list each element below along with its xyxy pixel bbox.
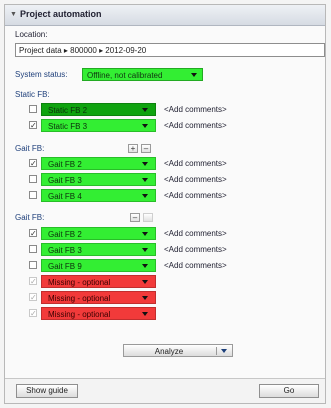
gait-fb-dropdown[interactable]: Gait FB 9 <box>41 259 156 272</box>
add-comments-link[interactable]: <Add comments> <box>164 175 227 184</box>
gait-fb-dropdown-value: Gait FB 4 <box>48 192 82 201</box>
add-comments-link[interactable]: <Add comments> <box>164 261 227 270</box>
missing-fb-dropdown[interactable]: Missing - optional <box>41 275 156 288</box>
location-label: Location: <box>15 30 48 39</box>
gait-fb-label-2: Gait FB: <box>15 213 45 222</box>
add-comments-link[interactable]: <Add comments> <box>164 105 227 114</box>
location-path: Project data ▸ 800000 ▸ 2012-09-20 <box>19 46 147 55</box>
add-gait-fb-button[interactable]: + <box>128 144 138 153</box>
missing-fb-dropdown[interactable]: Missing - optional <box>41 307 156 320</box>
go-button[interactable]: Go <box>259 384 319 398</box>
remove-gait-fb-button[interactable]: – <box>141 144 151 153</box>
add-comments-link[interactable]: <Add comments> <box>164 245 227 254</box>
row-checkbox[interactable] <box>29 245 37 253</box>
gait-fb-dropdown[interactable]: Gait FB 3 <box>41 173 156 186</box>
gait-fb-dropdown[interactable]: Gait FB 2 <box>41 227 156 240</box>
add-gait-fb-button-2 <box>143 213 153 222</box>
system-status-dropdown[interactable]: Offline, not calibrated <box>82 68 203 81</box>
gait-fb-dropdown-value: Gait FB 2 <box>48 160 82 169</box>
gait-fb-dropdown-value: Gait FB 2 <box>48 230 82 239</box>
chevron-down-icon <box>142 296 148 300</box>
missing-fb-dropdown-value: Missing - optional <box>48 278 111 287</box>
gait-fb-dropdown-value: Gait FB 9 <box>48 262 82 271</box>
chevron-down-icon[interactable] <box>221 349 227 353</box>
gait-fb-dropdown[interactable]: Gait FB 4 <box>41 189 156 202</box>
missing-fb-dropdown-value: Missing - optional <box>48 310 111 319</box>
static-fb-dropdown[interactable]: Static FB 3 <box>41 119 156 132</box>
add-comments-link[interactable]: <Add comments> <box>164 191 227 200</box>
gait-fb-dropdown[interactable]: Gait FB 3 <box>41 243 156 256</box>
row-checkbox[interactable]: ✓ <box>29 229 37 238</box>
gait-fb-dropdown-value: Gait FB 3 <box>48 246 82 255</box>
add-comments-link[interactable]: <Add comments> <box>164 159 227 168</box>
chevron-down-icon <box>142 280 148 284</box>
footer-bar: Show guide Go <box>5 378 325 403</box>
row-checkbox[interactable]: ✓ <box>29 159 37 168</box>
chevron-down-icon <box>191 73 197 77</box>
missing-fb-dropdown-value: Missing - optional <box>48 294 111 303</box>
row-checkbox: ✓ <box>29 309 37 318</box>
add-comments-link[interactable]: <Add comments> <box>164 229 227 238</box>
row-checkbox: ✓ <box>29 293 37 302</box>
static-fb-label: Static FB: <box>15 90 50 99</box>
add-comments-link[interactable]: <Add comments> <box>164 121 227 130</box>
chevron-down-icon <box>142 312 148 316</box>
panel-title: Project automation <box>20 9 102 19</box>
panel-title-bar[interactable]: ▼ Project automation <box>5 5 325 26</box>
show-guide-button[interactable]: Show guide <box>16 384 78 398</box>
chevron-down-icon <box>142 248 148 252</box>
gait-fb-label-1: Gait FB: <box>15 144 45 153</box>
analyze-label: Analyze <box>154 347 184 356</box>
chevron-down-icon <box>142 194 148 198</box>
row-checkbox[interactable] <box>29 175 37 183</box>
static-fb-dropdown-value: Static FB 2 <box>48 106 88 115</box>
row-checkbox[interactable] <box>29 261 37 269</box>
chevron-down-icon <box>142 108 148 112</box>
system-status-value: Offline, not calibrated <box>87 71 163 80</box>
location-path-field[interactable]: Project data ▸ 800000 ▸ 2012-09-20 <box>15 43 325 57</box>
project-automation-panel: ▼ Project automation Location: Project d… <box>4 4 326 404</box>
row-checkbox[interactable]: ✓ <box>29 121 37 130</box>
gait-fb-dropdown[interactable]: Gait FB 2 <box>41 157 156 170</box>
remove-gait-fb-button-2[interactable]: – <box>130 213 140 222</box>
chevron-down-icon <box>142 162 148 166</box>
system-status-label: System status: <box>15 70 68 79</box>
split-divider <box>216 347 217 355</box>
chevron-down-icon <box>142 232 148 236</box>
gait-fb-dropdown-value: Gait FB 3 <box>48 176 82 185</box>
row-checkbox: ✓ <box>29 277 37 286</box>
static-fb-dropdown-value: Static FB 3 <box>48 122 88 131</box>
row-checkbox[interactable] <box>29 191 37 199</box>
chevron-down-icon <box>142 124 148 128</box>
missing-fb-dropdown[interactable]: Missing - optional <box>41 291 156 304</box>
chevron-down-icon <box>142 178 148 182</box>
collapse-arrow-icon[interactable]: ▼ <box>10 11 17 18</box>
chevron-down-icon <box>142 264 148 268</box>
row-checkbox[interactable] <box>29 105 37 113</box>
static-fb-dropdown[interactable]: Static FB 2 <box>41 103 156 116</box>
analyze-split-button[interactable]: Analyze <box>123 344 233 357</box>
